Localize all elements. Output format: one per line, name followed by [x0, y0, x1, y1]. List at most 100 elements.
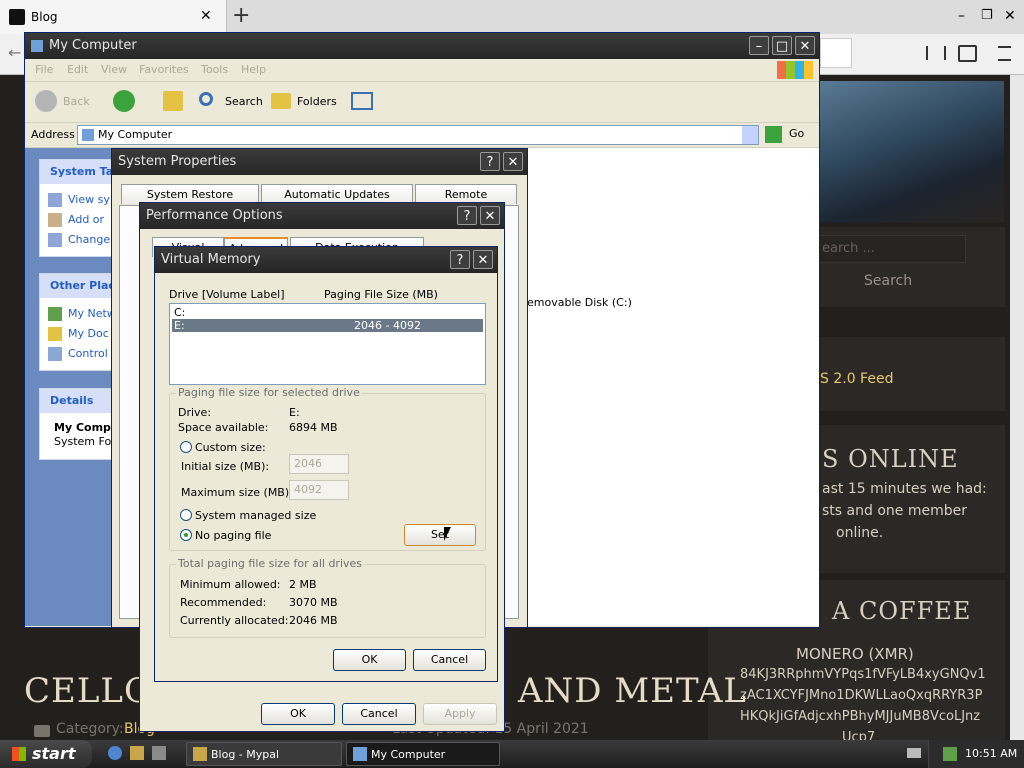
library-icon[interactable] [926, 46, 946, 60]
close-glyph: ✕ [507, 155, 519, 170]
blog-scrollbar[interactable] [1010, 75, 1024, 740]
size-column-header: Paging File Size (MB) [324, 288, 438, 301]
cancel-button[interactable]: Cancel [413, 649, 486, 671]
start-label: start [32, 744, 76, 763]
tab-remote[interactable]: Remote [415, 184, 517, 204]
window-close-button[interactable]: ✕ [1004, 8, 1016, 24]
start-button[interactable]: start [0, 740, 92, 768]
tab-system-restore[interactable]: System Restore [121, 184, 259, 204]
forward-button[interactable] [113, 90, 135, 112]
window-minimize-button[interactable]: – [958, 8, 965, 24]
drive-row-selected[interactable]: E: 2046 - 4092 [172, 319, 483, 332]
monero-address-3: HKQkJiGfAdjcxhPBhyMJJuMB8VcoLJnz [740, 709, 981, 724]
close-button[interactable]: ✕ [503, 152, 523, 171]
other-place-item[interactable]: My Netw [48, 307, 116, 321]
initial-size-label: Initial size (MB): [181, 460, 270, 473]
menu-view[interactable]: View [101, 63, 127, 76]
menu-help[interactable]: Help [241, 63, 266, 76]
space-available-label: Space available: [178, 421, 269, 434]
my-computer-titlebar[interactable]: My Computer – □ ✕ [25, 33, 819, 59]
folders-button[interactable]: Folders [271, 90, 337, 114]
close-tab-icon[interactable]: ✕ [200, 8, 212, 24]
maximize-button[interactable]: □ [772, 36, 792, 55]
apply-label: Apply [444, 707, 476, 720]
removable-disk-item[interactable]: emovable Disk (C:) [527, 296, 632, 309]
task-label: My Computer [371, 748, 446, 761]
help-button[interactable]: ? [480, 152, 500, 171]
performance-options-title: Performance Options [146, 208, 283, 223]
go-label: Go [789, 127, 805, 140]
help-button[interactable]: ? [450, 250, 470, 269]
online-heading: S ONLINE [822, 445, 959, 473]
up-folder-icon[interactable] [163, 91, 183, 111]
menu-icon[interactable] [998, 46, 1011, 61]
menu-tools[interactable]: Tools [201, 63, 228, 76]
tab-automatic-updates[interactable]: Automatic Updates [261, 184, 413, 204]
rss-feed-link[interactable]: S 2.0 Feed [820, 371, 893, 387]
menu-edit[interactable]: Edit [67, 63, 88, 76]
other-place-item[interactable]: My Doc [48, 327, 109, 341]
apply-button[interactable]: Apply [423, 703, 497, 725]
go-button[interactable]: Go [765, 125, 815, 145]
cancel-button[interactable]: Cancel [342, 703, 416, 725]
system-task-label: Change [68, 233, 111, 246]
close-glyph: ✕ [484, 209, 496, 224]
standard-toolbar: Back Search Folders [25, 82, 819, 123]
close-button[interactable]: ✕ [480, 206, 500, 225]
system-properties-title: System Properties [118, 154, 237, 169]
back-arrow-icon[interactable]: ← [8, 43, 21, 62]
minimum-allowed-label: Minimum allowed: [180, 578, 281, 591]
views-icon[interactable] [351, 92, 373, 110]
system-task-item[interactable]: View sy [48, 193, 110, 207]
mouse-cursor-icon [444, 527, 451, 541]
search-button[interactable]: Search [197, 90, 263, 114]
url-bar[interactable] [820, 38, 852, 68]
sidebar-icon[interactable] [958, 45, 977, 62]
blog-search-button[interactable]: Search [850, 267, 922, 297]
drive-row[interactable]: C: [172, 306, 483, 319]
computer-icon [31, 39, 43, 52]
desktop-icon[interactable] [152, 746, 166, 760]
new-tab-button[interactable]: + [232, 3, 250, 28]
custom-size-radio[interactable] [180, 441, 192, 453]
maximum-size-input[interactable]: 4092 [289, 480, 349, 500]
network-tray-icon[interactable] [943, 747, 957, 761]
menu-bar: File Edit View Favorites Tools Help [25, 59, 819, 82]
help-button[interactable]: ? [457, 206, 477, 225]
address-dropdown-icon[interactable] [742, 126, 758, 144]
system-task-item[interactable]: Add or [48, 213, 104, 227]
task-label: Blog - Mypal [211, 748, 280, 761]
ie-icon[interactable] [108, 746, 122, 760]
window-restore-button[interactable]: ❐ [981, 8, 993, 23]
address-input[interactable]: My Computer [77, 125, 759, 145]
system-managed-radio[interactable] [180, 509, 192, 521]
initial-size-input[interactable]: 2046 [289, 454, 349, 474]
drive-list[interactable]: C: E: 2046 - 4092 [169, 303, 486, 385]
close-glyph: ✕ [477, 253, 489, 268]
browser-tab[interactable]: Blog ✕ [0, 0, 227, 34]
menu-favorites[interactable]: Favorites [139, 63, 189, 76]
search-icon [199, 92, 213, 106]
taskbar-task-my-computer[interactable]: My Computer [346, 742, 500, 766]
ok-button[interactable]: OK [261, 703, 335, 725]
keyboard-icon[interactable] [907, 748, 921, 758]
drive-column-header: Drive [Volume Label] [169, 288, 285, 301]
menu-file[interactable]: File [35, 63, 53, 76]
taskbar-task-blog[interactable]: Blog - Mypal [186, 742, 342, 766]
back-button[interactable]: Back [35, 90, 105, 114]
system-properties-titlebar[interactable]: System Properties ? ✕ [112, 149, 527, 175]
set-button[interactable]: Set [404, 524, 476, 546]
performance-options-titlebar[interactable]: Performance Options ? ✕ [140, 203, 504, 229]
drive-label: Drive: [178, 406, 212, 419]
other-place-item[interactable]: Control [48, 347, 108, 361]
virtual-memory-titlebar[interactable]: Virtual Memory ? ✕ [155, 247, 497, 273]
no-paging-file-radio[interactable] [180, 529, 192, 541]
close-button[interactable]: ✕ [473, 250, 493, 269]
quicklaunch-icon[interactable] [130, 746, 144, 760]
system-task-item[interactable]: Change [48, 233, 110, 247]
minimize-button[interactable]: – [749, 36, 769, 55]
ok-button[interactable]: OK [333, 649, 406, 671]
tab-system-restore-label: System Restore [146, 188, 234, 201]
close-button[interactable]: ✕ [795, 36, 815, 55]
tab-automatic-updates-label: Automatic Updates [284, 188, 390, 201]
